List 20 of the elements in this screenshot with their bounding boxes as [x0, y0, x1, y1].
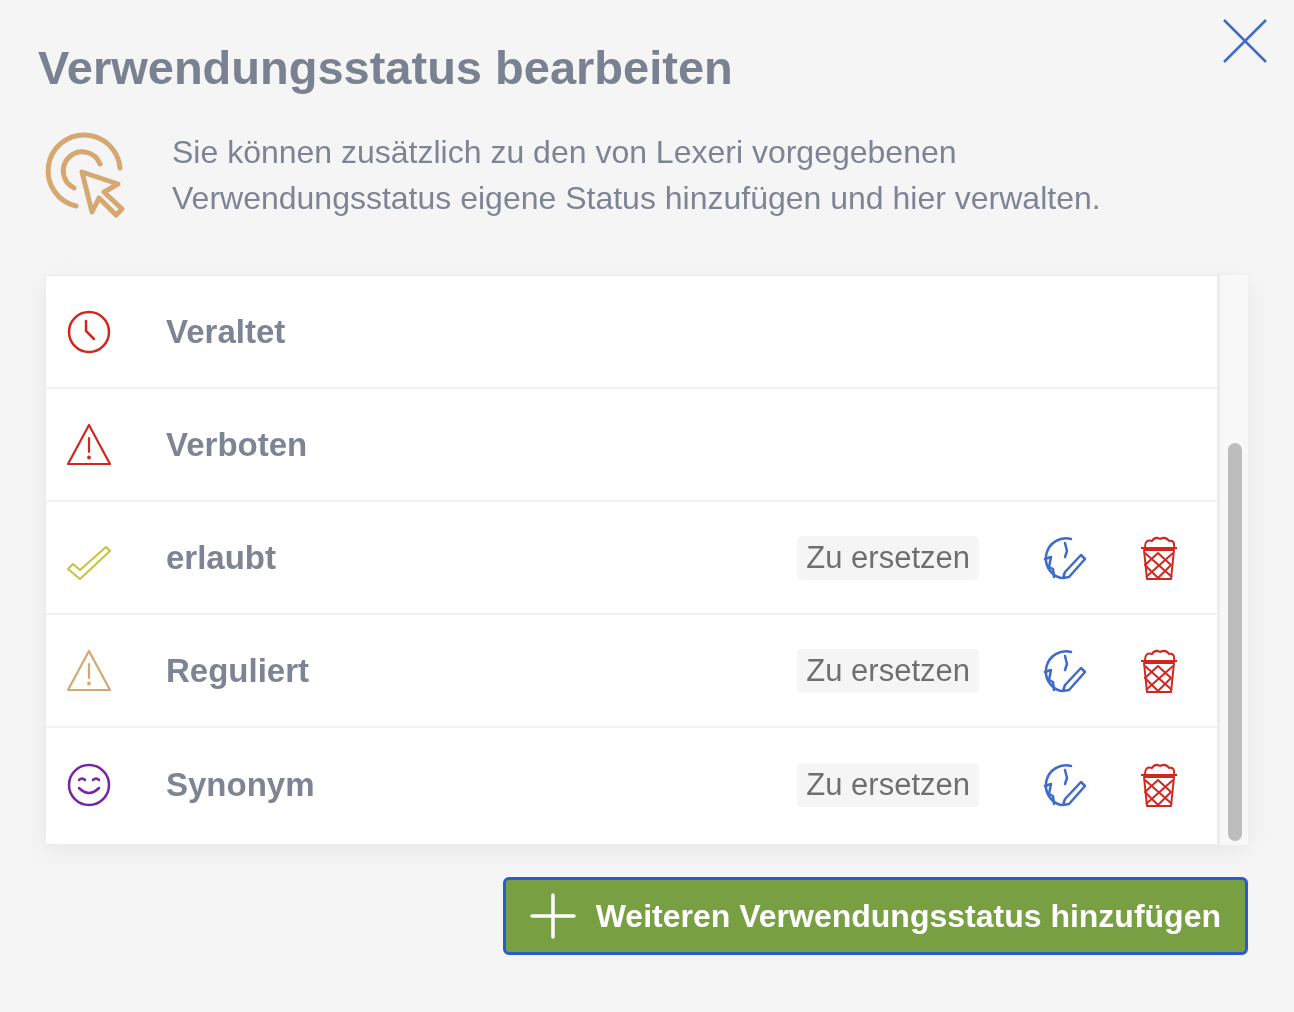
trash-icon[interactable] — [1139, 647, 1179, 694]
globe-pencil-icon[interactable] — [1041, 534, 1087, 581]
status-tag: Zu ersetzen — [797, 535, 979, 580]
globe-pencil-icon[interactable] — [1041, 761, 1087, 808]
status-name: Verboten — [166, 425, 308, 464]
status-name: Reguliert — [166, 651, 310, 690]
scrollbar[interactable] — [1218, 275, 1248, 845]
status-name: erlaubt — [166, 538, 277, 577]
trash-icon[interactable] — [1139, 761, 1179, 808]
status-tag: Zu ersetzen — [797, 648, 979, 693]
status-tag: Zu ersetzen — [797, 762, 979, 807]
add-status-button[interactable]: Weiteren Verwendungsstatus hinzufügen — [502, 877, 1248, 955]
close-icon[interactable] — [1222, 18, 1268, 64]
plus-icon — [529, 893, 576, 939]
globe-pencil-icon[interactable] — [1041, 647, 1087, 694]
status-name: Synonym — [166, 765, 315, 804]
status-name: Veraltet — [166, 312, 286, 351]
dialog-title: Verwendungsstatus bearbeiten — [38, 40, 733, 95]
description-text: Sie können zusätzlich zu den von Lexeri vorgegebenen Verwendungsstatus eigene Status hinzufügen und hier verwalten. — [172, 133, 1102, 218]
trash-icon[interactable] — [1139, 534, 1179, 581]
